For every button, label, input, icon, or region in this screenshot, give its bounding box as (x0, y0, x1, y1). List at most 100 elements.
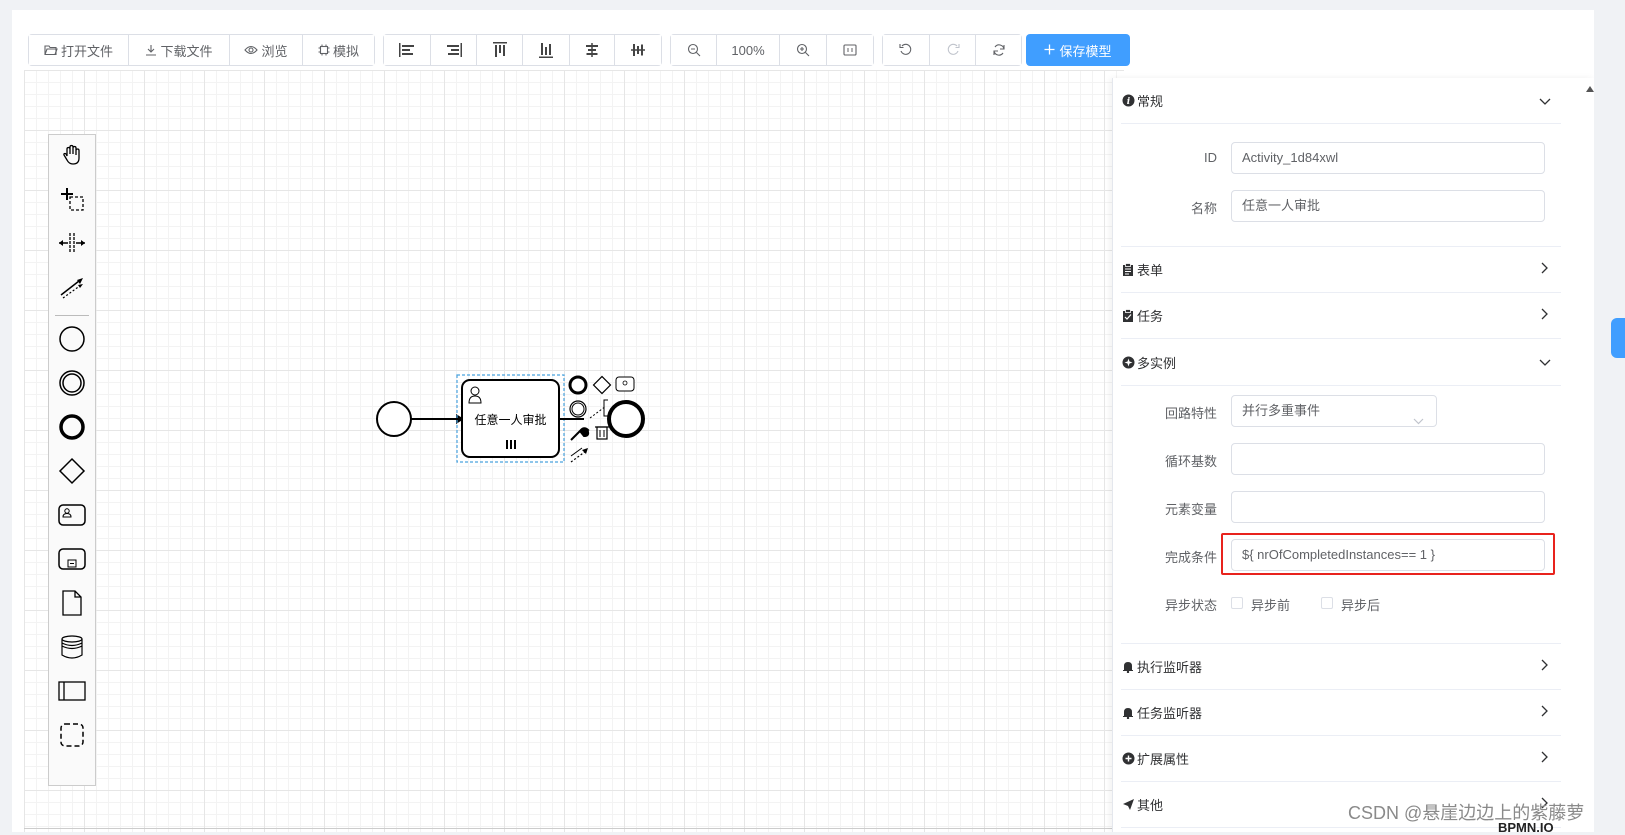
element-variable-row: 元素变量 (1121, 491, 1561, 523)
section-form-header[interactable]: 表单 (1121, 247, 1561, 293)
id-label: ID (1204, 150, 1217, 165)
align-center-button[interactable] (569, 35, 616, 65)
loop-cardinality-input[interactable] (1231, 443, 1545, 475)
create-gateway[interactable] (49, 451, 95, 493)
undo-icon (899, 43, 913, 57)
zoom-out-button[interactable] (671, 35, 717, 65)
id-input[interactable]: Activity_1d84xwl (1231, 142, 1545, 174)
side-drawer-tab[interactable] (1611, 318, 1625, 358)
align-left-button[interactable] (384, 35, 431, 65)
async-status-label: 异步状态 (1164, 598, 1217, 613)
create-end-event[interactable] (49, 407, 95, 449)
completion-condition-label: 完成条件 (1164, 550, 1217, 565)
section-execution-listener-header[interactable]: 执行监听器 (1121, 644, 1561, 690)
section-task-header[interactable]: 任务 (1121, 293, 1561, 339)
scroll-up-arrow[interactable] (1586, 80, 1594, 95)
hand-tool-icon (60, 143, 84, 170)
highlight-box (1221, 533, 1555, 575)
download-file-button[interactable]: 下载文件 (129, 35, 230, 65)
section-multi-instance-header[interactable]: 多实例 (1121, 339, 1561, 385)
subprocess-icon (58, 547, 86, 574)
plus-circle-icon (1121, 752, 1135, 766)
section-task-listener-title: 任务监听器 (1137, 706, 1203, 721)
align-bottom-button[interactable] (523, 35, 570, 65)
align-middle-icon (630, 41, 646, 59)
name-row: 名称 任意一人审批 (1121, 190, 1561, 222)
zoom-out-icon (687, 43, 701, 57)
hand-tool[interactable] (49, 135, 95, 177)
align-top-icon (492, 41, 508, 59)
create-data-store[interactable] (49, 627, 95, 669)
history-toolbar (882, 34, 1022, 66)
loop-characteristics-select[interactable]: 并行多重事件 (1231, 395, 1437, 427)
create-subprocess[interactable] (49, 539, 95, 581)
name-label: 名称 (1190, 201, 1217, 216)
simulate-button[interactable]: 模拟 (303, 35, 374, 65)
chevron-down-icon (1539, 355, 1551, 370)
create-pool[interactable] (49, 671, 95, 713)
refresh-button[interactable] (976, 35, 1021, 65)
space-tool-icon (58, 231, 86, 258)
simulate-label: 模拟 (332, 43, 359, 59)
parallel-multi-instance-icon (506, 440, 516, 449)
completion-condition-row: 完成条件 ${ nrOfCompletedInstances== 1 } (1121, 533, 1561, 575)
create-user-task[interactable] (49, 495, 95, 537)
gateway-icon (58, 457, 86, 488)
save-model-label: 保存模型 (1059, 43, 1112, 59)
preview-button[interactable]: 浏览 (230, 35, 303, 65)
align-bottom-icon (538, 41, 554, 59)
element-variable-input[interactable] (1231, 491, 1545, 523)
connect-icon[interactable] (570, 447, 588, 463)
start-event[interactable] (376, 401, 412, 437)
section-extension-properties-header[interactable]: 扩展属性 (1121, 736, 1561, 782)
pool-icon (58, 680, 86, 705)
zoom-level: 100% (717, 35, 780, 65)
redo-button[interactable] (930, 35, 976, 65)
section-execution-listener-title: 执行监听器 (1137, 660, 1203, 675)
section-task-listener-header[interactable]: 任务监听器 (1121, 690, 1561, 736)
align-right-icon (445, 42, 463, 58)
info-icon: i (1121, 94, 1135, 108)
append-task-icon[interactable] (615, 376, 635, 392)
undo-button[interactable] (883, 35, 930, 65)
global-connect-tool[interactable] (49, 267, 95, 309)
align-right-button[interactable] (430, 35, 478, 65)
lasso-tool[interactable] (49, 179, 95, 221)
loop-cardinality-label: 循环基数 (1164, 454, 1217, 469)
save-model-button[interactable]: 保存模型 (1026, 34, 1130, 66)
loop-cardinality-row: 循环基数 (1121, 443, 1561, 475)
space-tool[interactable] (49, 223, 95, 265)
name-input[interactable]: 任意一人审批 (1231, 190, 1545, 222)
zoom-toolbar: 100% (670, 34, 874, 66)
section-multi-instance-title: 多实例 (1137, 355, 1177, 371)
loop-characteristics-row: 回路特性 并行多重事件 (1121, 395, 1561, 427)
open-file-label: 打开文件 (60, 43, 113, 59)
async-before-checkbox[interactable] (1231, 597, 1243, 609)
eye-icon (244, 45, 259, 55)
section-general-header[interactable]: i 常规 (1121, 78, 1561, 124)
delete-icon[interactable] (595, 426, 609, 440)
create-start-event[interactable] (49, 319, 95, 361)
async-after-checkbox[interactable] (1321, 597, 1333, 609)
end-event[interactable] (607, 400, 645, 438)
wrench-icon[interactable] (570, 427, 590, 441)
open-file-button[interactable]: 打开文件 (29, 35, 129, 65)
align-left-icon (398, 42, 416, 58)
fit-screen-button[interactable] (827, 35, 873, 65)
svg-text:i: i (1126, 97, 1130, 107)
create-intermediate-event[interactable] (49, 363, 95, 405)
async-after-label: 异步后 (1341, 598, 1381, 613)
download-file-label: 下载文件 (160, 43, 213, 59)
properties-panel: i 常规 ID Activity_1d84xwl 名称 任意一人审批 表单 任务 (1112, 78, 1594, 832)
chevron-right-icon (1541, 751, 1549, 766)
watermark: CSDN @悬崖边边上的紫藤萝 (1348, 803, 1585, 823)
create-data-object[interactable] (49, 583, 95, 625)
zoom-in-button[interactable] (780, 35, 827, 65)
create-group[interactable] (49, 715, 95, 757)
diagram-canvas[interactable]: 任意一人审批 (24, 70, 1124, 832)
align-middle-button[interactable] (615, 35, 662, 65)
section-other-title: 其他 (1137, 798, 1164, 813)
align-top-button[interactable] (477, 35, 524, 65)
append-gateway-icon[interactable] (592, 375, 612, 395)
append-end-event-icon[interactable] (568, 375, 588, 395)
